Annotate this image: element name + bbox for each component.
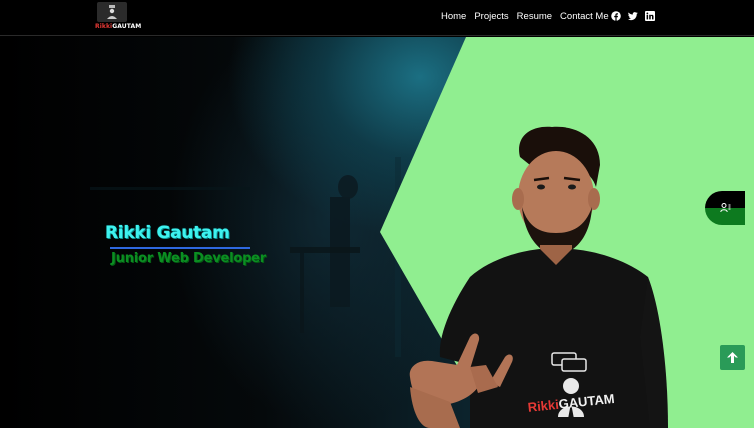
site-logo[interactable]: RikkiGAUTAM [95,2,141,32]
linkedin-icon[interactable] [645,11,655,21]
social-links [611,11,655,21]
scroll-to-top-button[interactable] [720,345,745,370]
twitter-icon[interactable] [628,11,638,21]
arrow-up-icon [727,352,738,363]
logo-text-suffix: GAUTAM [112,23,142,30]
hero-role: Junior Web Developer [111,251,267,266]
hero-name: Rikki Gautam [105,223,230,243]
nav-link-resume[interactable]: Resume [517,11,552,22]
facebook-icon[interactable] [611,11,621,21]
logo-text-prefix: Rikki [95,23,113,30]
contact-card-icon [720,203,731,213]
navbar: RikkiGAUTAM Home Projects Resume Contact… [0,0,754,36]
hero-name-underline [110,247,250,249]
nav-link-contact[interactable]: Contact Me [560,11,609,22]
portfolio-page: RikkiGAUTAM Home Projects Resume Contact… [0,0,754,428]
hero-section: Rikki Gautam Junior Web Developer RikkiG… [0,37,754,428]
nav-link-home[interactable]: Home [441,11,466,22]
nav-link-projects[interactable]: Projects [474,11,508,22]
logo-text: RikkiGAUTAM [95,23,141,30]
person-logo-icon [107,5,117,19]
logo-badge [97,2,127,22]
nav-links: Home Projects Resume Contact Me [441,11,609,22]
side-contact-widget[interactable] [705,191,745,225]
